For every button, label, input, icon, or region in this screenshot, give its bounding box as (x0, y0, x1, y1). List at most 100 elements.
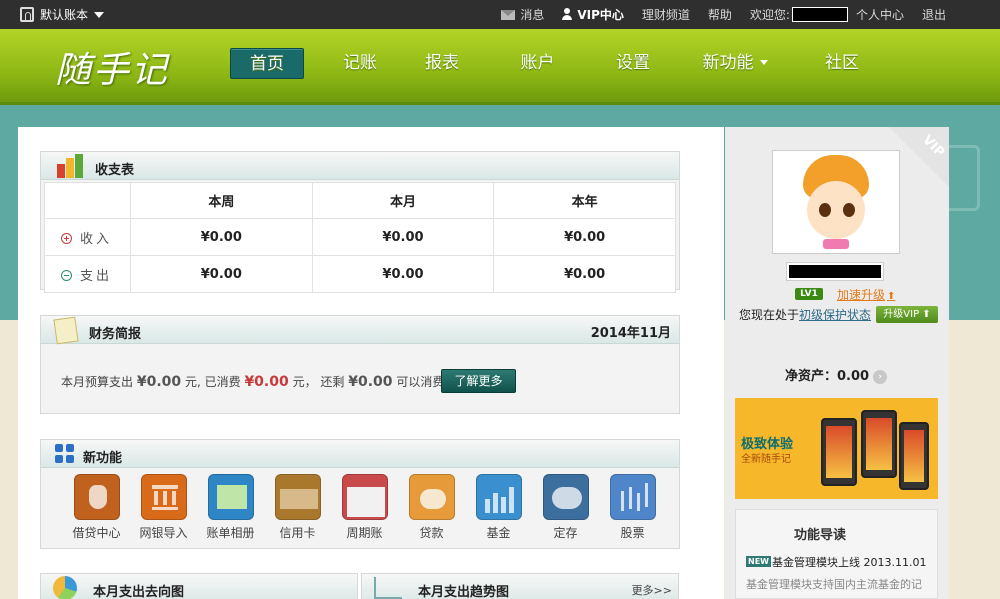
row-label-expense[interactable]: 支出 (44, 255, 131, 293)
feature-label: 网银导入 (139, 526, 188, 540)
avatar-bow (823, 239, 849, 249)
table-cell: ¥0.00 (311, 218, 495, 256)
panel-title: 财务简报 (89, 327, 142, 342)
nav-new-features-label: 新功能 (702, 53, 754, 73)
financial-report-panel: 财务简报 2014年11月 本月预算支出 ¥0.00 元, 已消费 ¥0.00 … (40, 315, 680, 414)
logout-link[interactable]: 退出 (922, 6, 946, 23)
plus-circle-icon (61, 232, 72, 244)
news-item-desc: 基金管理模块支持国内主流基金的记 (746, 578, 922, 591)
income-expense-table: 本周 本月 本年 收入 ¥0.00 ¥0.00 ¥0.00 支出 ¥0.00 ¥… (44, 182, 676, 293)
avatar-face (807, 181, 865, 239)
feature-bank-import[interactable]: 网银导入 (130, 474, 197, 541)
learn-more-button[interactable]: 了解更多 (441, 369, 516, 393)
new-features-panel: 新功能 借贷中心 网银导入 账单相册 信用卡 周期账 贷款 基金 定存 股票 (40, 439, 680, 549)
speed-upgrade-link[interactable]: 加速升级 ⬆ (837, 286, 895, 303)
remain-text: 元， 还剩 (292, 375, 345, 389)
feature-bill-album[interactable]: 账单相册 (197, 474, 264, 541)
feature-label: 信用卡 (279, 526, 316, 540)
news-item-title: 基金管理模块上线 (772, 556, 860, 569)
panel-header: 新功能 (41, 440, 679, 468)
feature-deposit[interactable]: 定存 (532, 474, 599, 541)
stock-chart-icon (609, 474, 656, 520)
chevron-down-icon (759, 60, 768, 65)
feature-label: 定存 (553, 526, 578, 540)
net-assets-value: 0.00 (837, 369, 870, 384)
table-cell: ¥0.00 (493, 218, 676, 256)
feature-credit-card[interactable]: 信用卡 (264, 474, 331, 541)
logo[interactable]: 随手记 (55, 41, 169, 93)
personal-center-link[interactable]: 个人中心 (856, 6, 904, 23)
nav-record[interactable]: 记账 (326, 48, 394, 79)
feature-label: 基金 (486, 526, 511, 540)
vip-center-link[interactable]: VIP中心 (562, 6, 624, 23)
protection-status: 您现在处于初级保护状态 (739, 306, 871, 323)
net-assets-label: 净资产： (785, 369, 838, 384)
avatar[interactable] (772, 150, 900, 254)
table-header: 本年 (493, 182, 676, 219)
feature-label: 贷款 (419, 526, 444, 540)
feature-recurring[interactable]: 周期账 (331, 474, 398, 541)
upgrade-vip-button[interactable]: 升级VIP ⬆ (876, 306, 938, 323)
top-bar: 默认账本 消息 VIP中心 理财频道 帮助 欢迎您: 个人中心 退出 (0, 0, 1000, 29)
piggy-bank-icon (542, 474, 589, 520)
row-label-text: 支出 (80, 268, 113, 284)
nav-community[interactable]: 社区 (789, 48, 895, 79)
table-row: 收入 ¥0.00 ¥0.00 ¥0.00 (44, 218, 676, 256)
table-header: 本周 (130, 182, 313, 219)
table-cell: ¥0.00 (130, 255, 313, 293)
panel-title: 收支表 (95, 163, 135, 178)
table-header-empty (44, 182, 131, 219)
photo-album-icon (207, 474, 254, 520)
protection-status-link[interactable]: 初级保护状态 (799, 308, 871, 322)
feature-label: 周期账 (346, 526, 383, 540)
finance-channel-link[interactable]: 理财频道 (642, 6, 690, 23)
fund-chart-icon (475, 474, 522, 520)
table-cell: ¥0.00 (493, 255, 676, 293)
top-links: 消息 VIP中心 理财频道 帮助 欢迎您: 个人中心 退出 (501, 0, 1000, 29)
pie-chart-icon (53, 576, 77, 599)
budget-amount: ¥0.00 (136, 374, 182, 390)
promo-banner[interactable]: 极致体验 全新随手记 (735, 398, 938, 499)
net-assets: 净资产：0.00 › (785, 365, 888, 384)
nav-home[interactable]: 首页 (230, 48, 304, 79)
account-book-selector[interactable]: 默认账本 (20, 6, 105, 23)
speed-upgrade-label: 加速升级 (837, 288, 886, 302)
avatar-eye (843, 203, 855, 217)
help-link[interactable]: 帮助 (708, 6, 732, 23)
panel-header: 财务简报 2014年11月 (41, 316, 679, 345)
mail-icon (501, 10, 516, 20)
chevron-right-icon[interactable]: › (873, 370, 888, 384)
nav-reports[interactable]: 报表 (394, 48, 490, 79)
feature-loan[interactable]: 贷款 (398, 474, 465, 541)
username-redacted (786, 262, 884, 281)
budget-text: 本月预算支出 (61, 375, 134, 389)
feature-guide-box: 功能导读 NEW 基金管理模块上线 2013.11.01 基金管理模块支持国内主… (735, 509, 938, 599)
income-expense-panel: 收支表 本周 本月 本年 收入 ¥0.00 ¥0.00 ¥0.00 支出 ¥0.… (40, 151, 680, 293)
panel-header: 本月支出趋势图 更多>> (362, 574, 678, 599)
panel-header: 收支表 (41, 152, 679, 180)
profile-sidebar: VIP LV1 加速升级 ⬆ 您现在处于初级保护状态 升级VIP ⬆ 净资产：0.… (725, 127, 949, 599)
feature-stock[interactable]: 股票 (599, 474, 666, 541)
messages-link[interactable]: 消息 (501, 6, 544, 23)
row-label-income[interactable]: 收入 (44, 218, 131, 256)
new-badge: NEW (746, 556, 771, 567)
feature-loan-center[interactable]: 借贷中心 (63, 474, 130, 541)
row-label-text: 收入 (80, 231, 113, 247)
feature-guide-title: 功能导读 (794, 528, 847, 543)
book-icon (20, 7, 34, 22)
expense-distribution-panel: 本月支出去向图 (40, 573, 358, 599)
nav-new-features[interactable]: 新功能 (681, 48, 789, 79)
feature-label: 借贷中心 (72, 526, 121, 540)
more-link[interactable]: 更多>> (632, 582, 672, 598)
username-redacted (791, 7, 848, 22)
status-prefix: 您现在处于 (739, 308, 800, 322)
money-bag-icon (73, 474, 120, 520)
news-item[interactable]: 基金管理模块上线 2013.11.01 (772, 554, 926, 570)
nav-settings[interactable]: 设置 (585, 48, 681, 79)
nav-accounts[interactable]: 账户 (490, 48, 585, 79)
table-row: 支出 ¥0.00 ¥0.00 ¥0.00 (44, 255, 676, 293)
phone-image (899, 422, 929, 490)
feature-list: 借贷中心 网银导入 账单相册 信用卡 周期账 贷款 基金 定存 股票 (41, 474, 681, 541)
arrow-up-icon: ⬆ (887, 291, 896, 302)
feature-fund[interactable]: 基金 (465, 474, 532, 541)
